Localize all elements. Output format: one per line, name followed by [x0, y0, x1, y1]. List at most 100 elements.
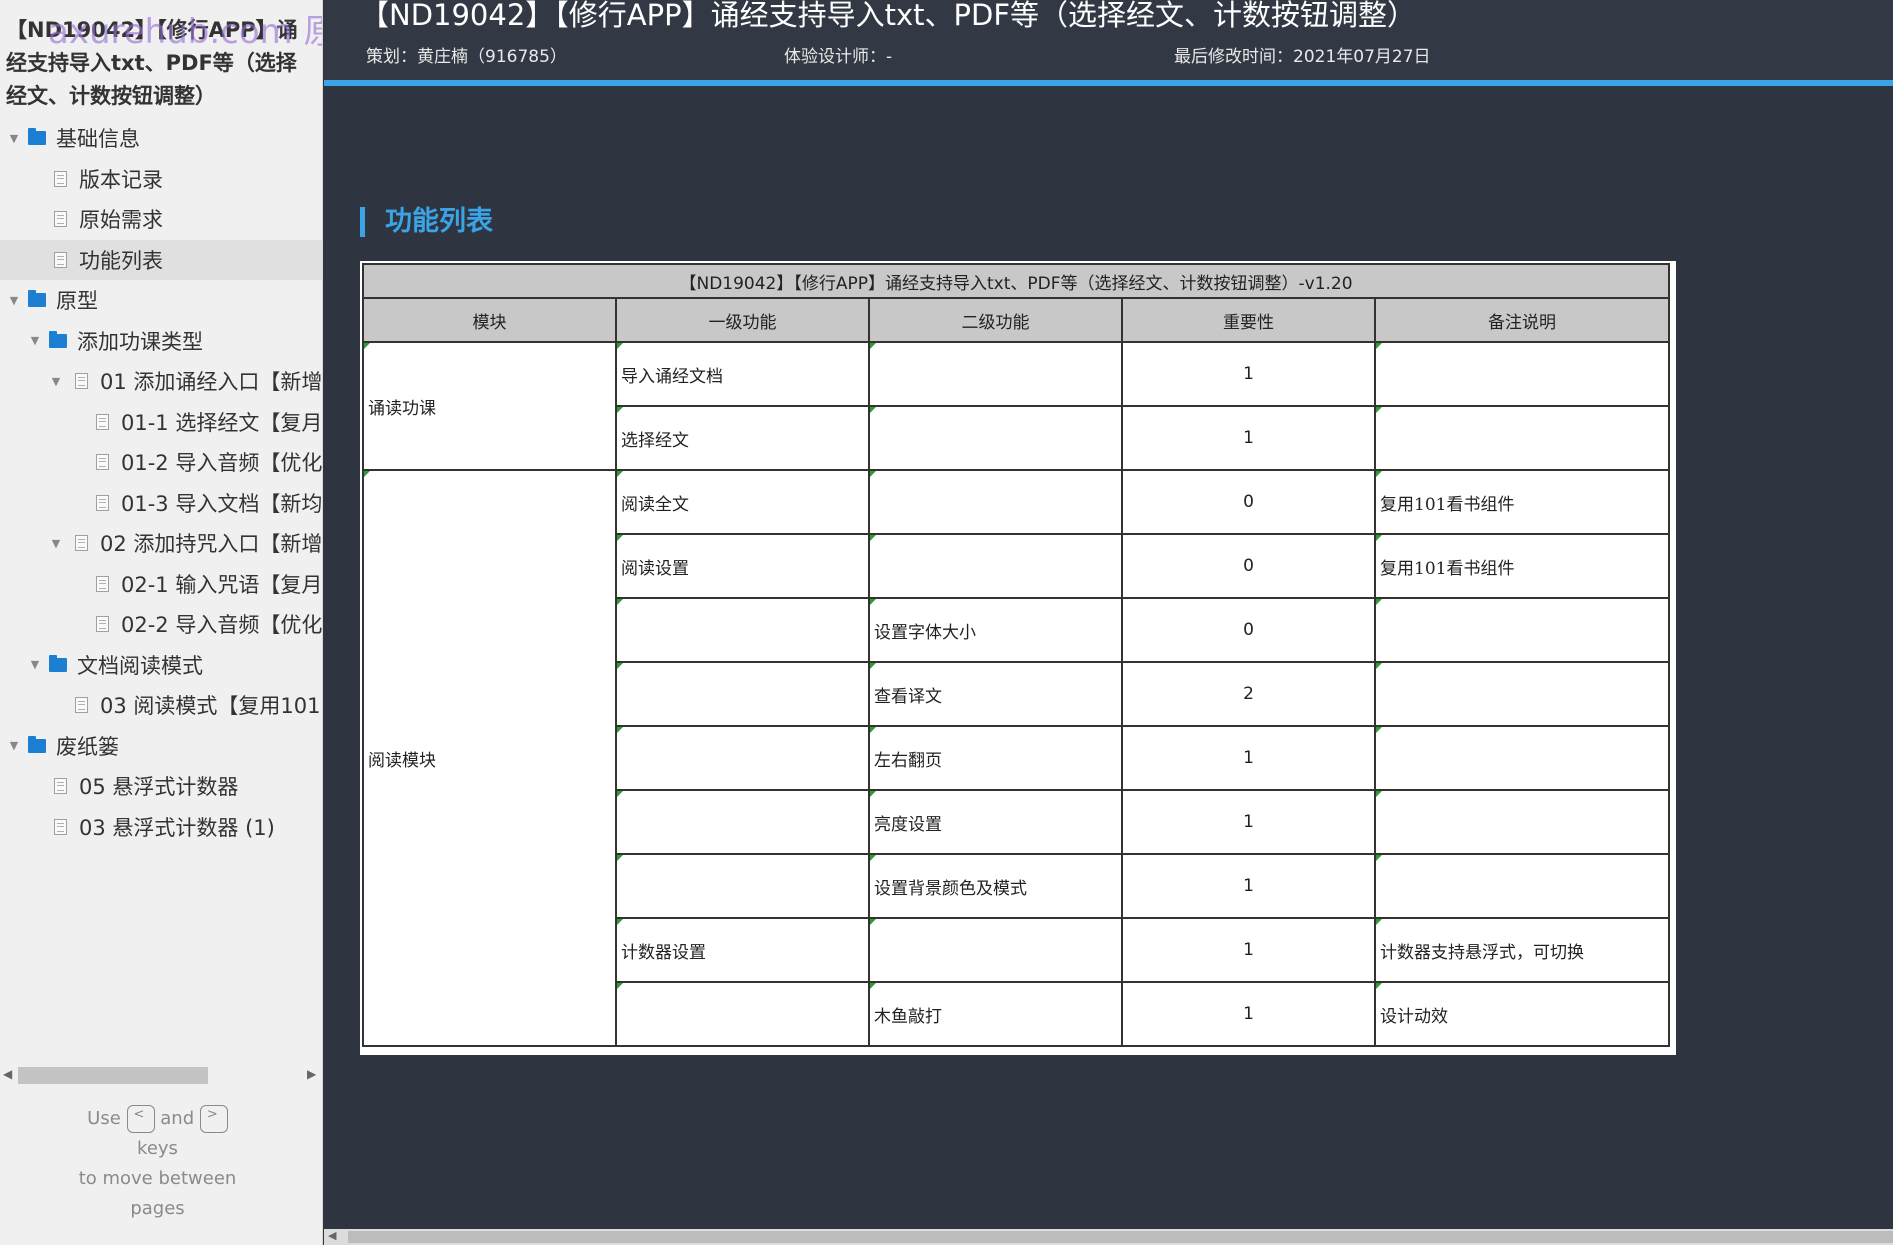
tree-item-label: 01-1 选择经文【复月	[121, 410, 323, 435]
expand-caret-icon[interactable]: ▼	[4, 132, 24, 145]
page-icon	[75, 535, 88, 552]
tree-item-label: 版本记录	[79, 167, 163, 192]
cell-level2: 木鱼敲打	[868, 981, 1123, 1047]
tree-item-12[interactable]: 02-2 导入音频【优化	[0, 604, 322, 645]
tree-item-label: 基础信息	[56, 127, 140, 152]
cell-level1: 阅读全文	[615, 469, 870, 535]
table-row: 阅读模块 阅读全文 0 复用101看书组件	[362, 469, 1671, 1047]
tree-item-label: 添加功课类型	[77, 329, 203, 354]
cell-level1	[615, 981, 870, 1047]
next-key-icon: >	[199, 1105, 228, 1133]
tree-item-label: 01 添加诵经入口【新增	[100, 370, 323, 395]
cell-importance: 1	[1121, 725, 1376, 791]
tree-item-13[interactable]: ▼ 文档阅读模式	[0, 645, 322, 686]
cell-importance: 0	[1121, 597, 1376, 663]
tree-item-0[interactable]: ▼ 基础信息	[0, 118, 322, 159]
expand-caret-icon[interactable]: ▼	[46, 537, 66, 550]
cell-module: 诵读功课	[362, 341, 617, 471]
cell-level1	[615, 597, 870, 663]
cell-level2: 设置字体大小	[868, 597, 1123, 663]
scrollbar-thumb[interactable]	[18, 1067, 208, 1084]
cell-level1: 导入诵经文档	[615, 341, 870, 407]
tree-item-3[interactable]: 功能列表	[0, 239, 322, 280]
help-keys-text: keys	[137, 1138, 178, 1159]
scroll-left-arrow-icon[interactable]: ◀	[328, 1229, 336, 1242]
page-icon	[96, 454, 109, 471]
tree-item-label: 02-1 输入咒语【复月	[121, 572, 323, 597]
expand-caret-icon[interactable]: ▼	[4, 294, 24, 307]
tree-item-4[interactable]: ▼ 原型	[0, 280, 322, 321]
cell-level1	[615, 789, 870, 855]
cell-importance: 1	[1121, 341, 1376, 407]
cell-note	[1373, 789, 1671, 855]
column-header-level1: 一级功能	[615, 297, 870, 343]
feature-table-container: 【ND19042】【修行APP】诵经支持导入txt、PDF等（选择经文、计数按钮…	[360, 261, 1676, 1055]
keyboard-help: Use < and > keys to move between pages	[0, 1104, 315, 1224]
tree-item-5[interactable]: ▼ 添加功课类型	[0, 321, 322, 362]
scrollbar-thumb[interactable]	[348, 1231, 1893, 1243]
tree-item-15[interactable]: ▼ 废纸篓	[0, 726, 322, 767]
scroll-right-arrow-icon[interactable]: ▶	[307, 1067, 316, 1081]
page-icon	[54, 211, 67, 228]
table-row: 诵读功课 导入诵经文档 1	[362, 341, 1671, 471]
main-content: 功能列表 【ND19042】【修行APP】诵经支持导入txt、PDF等（选择经文…	[324, 92, 1893, 1229]
cell-importance: 1	[1121, 917, 1376, 983]
tree-item-label: 05 悬浮式计数器	[79, 775, 239, 800]
main-horizontal-scrollbar[interactable]: ◀	[324, 1229, 1893, 1245]
tree-item-8[interactable]: 01-2 导入音频【优化	[0, 442, 322, 483]
tree-item-label: 01-3 导入文档【新均	[121, 491, 323, 516]
cell-note	[1373, 853, 1671, 919]
cell-note: 复用101看书组件	[1373, 469, 1671, 535]
scroll-left-arrow-icon[interactable]: ◀	[3, 1067, 12, 1081]
expand-caret-icon[interactable]: ▼	[46, 375, 66, 388]
folder-icon	[28, 128, 46, 146]
tree-item-11[interactable]: 02-1 输入咒语【复月	[0, 564, 322, 605]
cell-note	[1373, 661, 1671, 727]
tree-item-16[interactable]: 05 悬浮式计数器	[0, 766, 322, 807]
cell-note	[1373, 725, 1671, 791]
folder-icon	[49, 330, 67, 348]
tree-item-1[interactable]: 版本记录	[0, 159, 322, 200]
cell-importance: 1	[1121, 405, 1376, 471]
cell-level1	[615, 661, 870, 727]
tree-item-17[interactable]: 03 悬浮式计数器 (1)	[0, 807, 322, 848]
cell-level1: 阅读设置	[615, 533, 870, 599]
folder-icon	[28, 735, 46, 753]
designer-info: 体验设计师：-	[784, 47, 893, 67]
tree-item-label: 文档阅读模式	[77, 653, 203, 678]
tree-item-10[interactable]: ▼ 02 添加持咒入口【新增	[0, 523, 322, 564]
cell-level1	[615, 853, 870, 919]
help-line2: to move between	[78, 1168, 237, 1189]
cell-module: 阅读模块	[362, 469, 617, 1047]
cell-level2: 查看译文	[868, 661, 1123, 727]
folder-icon	[49, 654, 67, 672]
tree-item-6[interactable]: ▼ 01 添加诵经入口【新增	[0, 361, 322, 402]
cell-level2	[868, 533, 1123, 599]
cell-level2	[868, 405, 1123, 471]
cell-importance: 2	[1121, 661, 1376, 727]
feature-table: 【ND19042】【修行APP】诵经支持导入txt、PDF等（选择经文、计数按钮…	[361, 263, 1671, 1047]
page-icon	[54, 170, 67, 187]
page-tree: ▼ 基础信息 版本记录 原始需求 功能列表 ▼ 原型 ▼ 添加功课类型 ▼ 01 添加诵经入口【新增…	[0, 118, 322, 847]
expand-caret-icon[interactable]: ▼	[25, 334, 45, 347]
sidebar-horizontal-scrollbar[interactable]: ◀ ▶	[0, 1063, 322, 1087]
page-icon	[75, 373, 88, 390]
cell-importance: 1	[1121, 789, 1376, 855]
tree-item-2[interactable]: 原始需求	[0, 199, 322, 240]
section-title: 功能列表	[360, 207, 493, 237]
cell-level1: 选择经文	[615, 405, 870, 471]
tree-item-14[interactable]: 03 阅读模式【复用101	[0, 685, 322, 726]
page-icon	[96, 413, 109, 430]
last-modified-info: 最后修改时间：2021年07月27日	[1174, 47, 1431, 67]
tree-item-9[interactable]: 01-3 导入文档【新均	[0, 483, 322, 524]
expand-caret-icon[interactable]: ▼	[4, 739, 24, 752]
tree-item-7[interactable]: 01-1 选择经文【复月	[0, 402, 322, 443]
expand-caret-icon[interactable]: ▼	[25, 658, 45, 671]
cell-note	[1373, 597, 1671, 663]
cell-note: 复用101看书组件	[1373, 533, 1671, 599]
help-use-text: Use	[87, 1108, 121, 1129]
prev-key-icon: <	[126, 1105, 155, 1133]
cell-importance: 1	[1121, 981, 1376, 1047]
cell-level1: 计数器设置	[615, 917, 870, 983]
tree-item-label: 03 阅读模式【复用101	[100, 694, 321, 719]
